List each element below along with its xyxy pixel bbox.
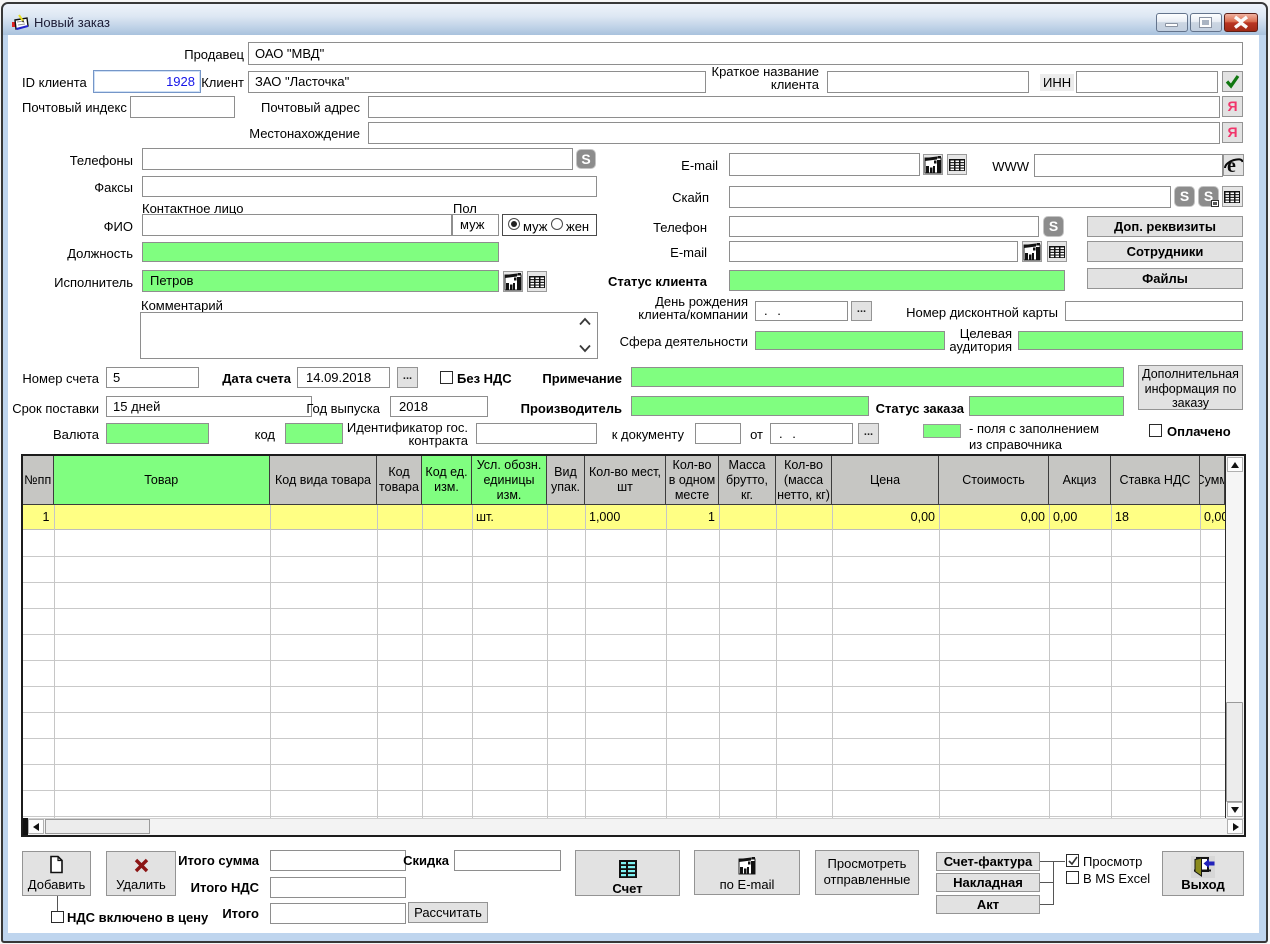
svg-text:e: e [1227, 155, 1236, 175]
